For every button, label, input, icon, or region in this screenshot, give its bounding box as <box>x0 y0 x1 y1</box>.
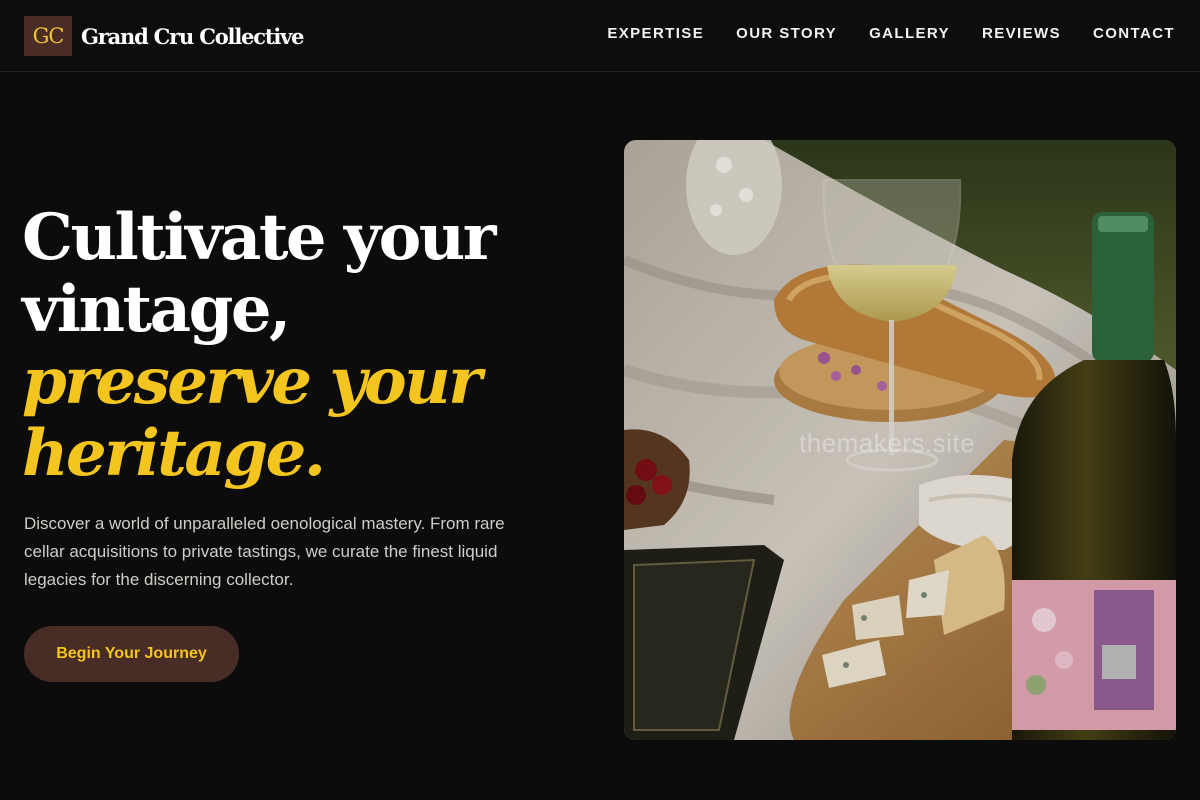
image-watermark: themakers.site <box>799 428 976 458</box>
headline-line-4: heritage. <box>22 416 326 491</box>
nav-contact[interactable]: CONTACT <box>1093 24 1175 44</box>
headline-line-3: preserve your <box>22 344 482 419</box>
brand-name: Grand Cru Collective <box>81 23 304 49</box>
hero-headline: Cultivate your vintage, preserve your he… <box>22 202 582 490</box>
main-nav: EXPERTISE OUR STORY GALLERY REVIEWS CONT… <box>575 24 1175 44</box>
nav-our-story[interactable]: OUR STORY <box>736 24 837 44</box>
hero-image: themakers.site <box>624 140 1176 740</box>
brand-logo[interactable]: GC Grand Cru Collective <box>24 16 304 56</box>
headline-line-2: vintage, <box>22 272 291 347</box>
logo-mark: GC <box>24 16 72 56</box>
nav-expertise[interactable]: EXPERTISE <box>607 24 704 44</box>
hero-lead: Discover a world of unparalleled oenolog… <box>24 514 505 589</box>
headline-line-1: Cultivate your <box>22 200 497 275</box>
begin-journey-button[interactable]: Begin Your Journey <box>24 626 239 682</box>
site-header: GC Grand Cru Collective EXPERTISE OUR ST… <box>0 0 1200 72</box>
nav-reviews[interactable]: REVIEWS <box>982 24 1061 44</box>
nav-gallery[interactable]: GALLERY <box>869 24 950 44</box>
